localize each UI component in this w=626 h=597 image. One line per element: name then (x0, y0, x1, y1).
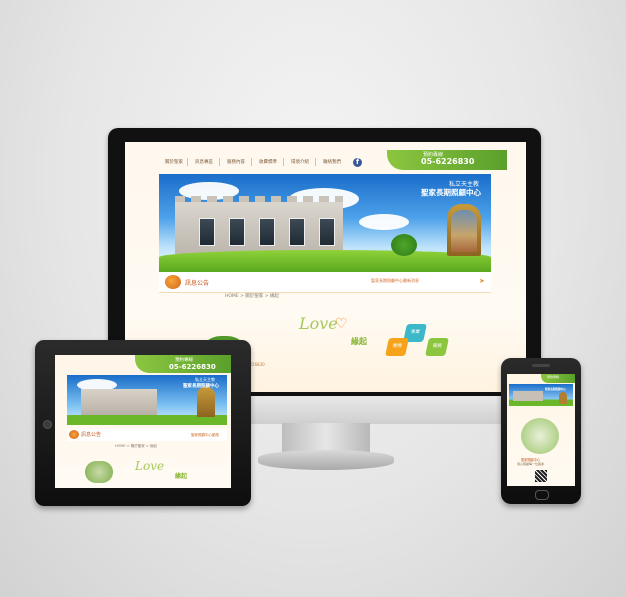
nav-item-news[interactable]: 訊息專區 (195, 159, 213, 165)
tablet-section-title: 緣起 (175, 473, 188, 480)
tablet-building-image (81, 389, 157, 417)
nav-item-fees[interactable]: 收費標準 (259, 159, 277, 165)
phone-banner: 聖家長期照顧中心 (509, 384, 573, 406)
phone-caption-2: 用心照顧每一位長輩 (517, 462, 545, 466)
phone-holy-family-frame (559, 392, 567, 404)
tablet-banner: 私立天主教 聖家長期照顧中心 (67, 375, 227, 425)
monitor-stand-neck (282, 423, 370, 453)
heart-icon: ♡ (335, 316, 348, 332)
nav-item-environment[interactable]: 環境介紹 (291, 159, 309, 165)
news-fruit-icon (165, 275, 181, 289)
tablet-screen: 預約專線 05-6226830 私立天主教 聖家長期照顧中心 訊息公告 聖家照顧… (55, 355, 231, 488)
tablet-holy-family-frame (197, 387, 215, 417)
building-window (199, 218, 215, 246)
tablet-love-logo-text: Love (135, 459, 165, 473)
nav-separator (283, 158, 284, 166)
hero-banner: 私立天主教 聖家長期照顧中心 (159, 174, 491, 272)
grass (159, 250, 491, 272)
tablet-news-title: 訊息公告 (81, 432, 102, 438)
nav-separator (251, 158, 252, 166)
phone-seniors-photo (521, 418, 559, 454)
phone-call-label[interactable]: 預約專線 (547, 375, 559, 379)
banner-title: 聖家長期照顧中心 (421, 188, 481, 197)
nav-item-about[interactable]: 關於聖家 (165, 159, 183, 165)
tile-care[interactable]: 關懷 (385, 338, 409, 356)
news-title: 訊息公告 (185, 280, 210, 287)
monitor-stand-base (258, 450, 394, 470)
section-title: 緣起 (351, 337, 367, 346)
cloud (359, 214, 409, 230)
building-window (229, 218, 245, 246)
tablet-home-button (43, 420, 52, 429)
building-window (319, 218, 335, 246)
phone-banner-title: 聖家長期照顧中心 (545, 388, 566, 391)
nav-separator (315, 158, 316, 166)
news-link[interactable]: 聖家長期照顧中心最新消息 (371, 278, 419, 284)
building-window (289, 218, 305, 246)
phone-home-button (535, 490, 549, 500)
tablet-banner-title: 聖家長期照顧中心 (183, 384, 219, 389)
nav-separator (187, 158, 188, 166)
facebook-icon[interactable]: f (353, 158, 362, 167)
phone-speaker (532, 364, 550, 367)
phone-number[interactable]: 05-6226830 (421, 157, 474, 166)
tablet-news-fruit-icon (69, 430, 79, 439)
breadcrumb: HOME > 關於聖家 > 緣起 (225, 294, 279, 299)
nav-item-contact[interactable]: 聯絡我們 (323, 159, 341, 165)
tablet-phone-number[interactable]: 05-6226830 (169, 363, 216, 371)
qr-code-icon (535, 470, 547, 482)
news-more-arrow-icon[interactable]: ➤ (479, 277, 485, 285)
phone-building-image (513, 391, 543, 401)
tree-image (391, 234, 417, 256)
tablet-breadcrumb: HOME > 關於聖家 > 緣起 (115, 444, 157, 448)
phone-screen: 預約專線 聖家長期照顧中心 聖家照顧中心 用心照顧每一位長輩 (507, 374, 575, 486)
tablet-seniors-photo (85, 461, 113, 483)
holy-family-image (451, 210, 477, 252)
nav-item-services[interactable]: 服務內容 (227, 159, 245, 165)
love-logo-text: Love (299, 314, 338, 333)
tablet-news-link[interactable]: 聖家照顧中心動態 (191, 433, 219, 438)
tile-service[interactable]: 服務 (425, 338, 449, 356)
nav-separator (219, 158, 220, 166)
building-window (259, 218, 275, 246)
